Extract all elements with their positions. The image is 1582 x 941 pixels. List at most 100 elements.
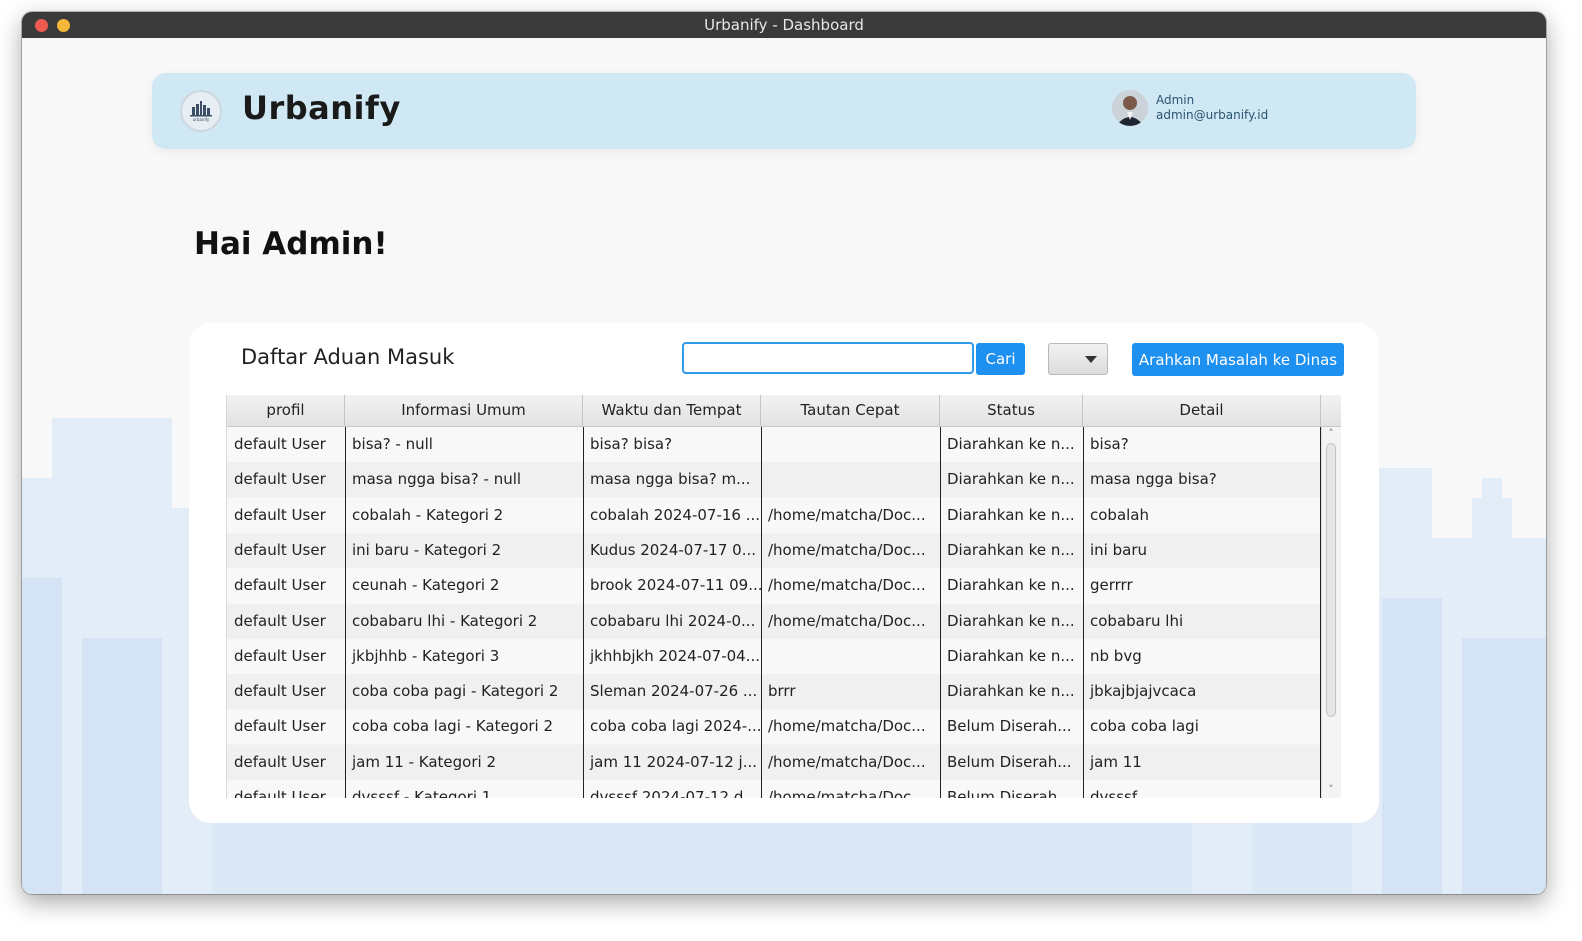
search-input[interactable] <box>682 342 974 374</box>
minimize-window-button[interactable] <box>57 19 70 32</box>
search-button[interactable]: Cari <box>976 343 1025 375</box>
column-header-profil[interactable]: profil <box>227 395 345 426</box>
cell-tautan-cepat: /home/matcha/Doc... <box>768 717 926 736</box>
cell-detail: masa ngga bisa? <box>1090 470 1217 489</box>
cell-informasi-umum: ceunah - Kategori 2 <box>352 576 500 595</box>
cell-tautan-cepat: /home/matcha/Doc... <box>768 505 926 524</box>
cell-profil: default User <box>234 752 326 771</box>
table-row[interactable]: default User coba coba lagi - Kategori 2 c… <box>227 709 1320 745</box>
cell-status: Diarahkan ke n... <box>947 470 1075 489</box>
cell-informasi-umum: masa ngga bisa? - null <box>352 470 522 489</box>
table-row[interactable]: default User coba coba pagi - Kategori 2 S… <box>227 674 1320 710</box>
cell-informasi-umum: jkbjhhb - Kategori 3 <box>352 646 500 665</box>
cell-status: Diarahkan ke n... <box>947 682 1075 701</box>
cell-tautan-cepat: /home/matcha/Doc... <box>768 788 926 798</box>
cell-status: Diarahkan ke n... <box>947 540 1075 559</box>
cell-informasi-umum: dvsssf - Kategori 1 <box>352 788 492 798</box>
cell-waktu-tempat: dvsssf 2024-07-12 d... <box>590 788 758 798</box>
cell-detail: coba coba lagi <box>1090 717 1199 736</box>
cell-informasi-umum: cobalah - Kategori 2 <box>352 505 504 524</box>
cell-detail: bisa? <box>1090 435 1129 453</box>
cell-waktu-tempat: brook 2024-07-11 09... <box>590 576 761 595</box>
cell-informasi-umum: coba coba lagi - Kategori 2 <box>352 717 554 736</box>
cell-status: Diarahkan ke n... <box>947 646 1075 665</box>
table-row[interactable]: default User ini baru - Kategori 2 Kudus 2… <box>227 532 1320 568</box>
cell-profil: default User <box>234 540 326 559</box>
table-row[interactable]: default User jam 11 - Kategori 2 jam 11 20… <box>227 744 1320 780</box>
cell-detail: dvsssf <box>1090 788 1138 798</box>
column-header-informasi-umum[interactable]: Informasi Umum <box>345 395 583 426</box>
cell-detail: cobabaru lhi <box>1090 611 1184 630</box>
cell-waktu-tempat: cobabaru lhi 2024-0... <box>590 611 756 630</box>
cell-profil: default User <box>234 717 326 736</box>
cell-profil: default User <box>234 435 326 453</box>
table-row[interactable]: default User ceunah - Kategori 2 brook 202… <box>227 568 1320 604</box>
vertical-scrollbar[interactable]: ˄ ˅ <box>1321 427 1341 798</box>
table-header: profil Informasi Umum Waktu dan Tempat T… <box>227 395 1341 427</box>
cell-profil: default User <box>234 646 326 665</box>
cell-detail: jam 11 <box>1090 752 1142 771</box>
scroll-up-icon[interactable]: ˄ <box>1326 428 1336 439</box>
cell-informasi-umum: coba coba pagi - Kategori 2 <box>352 682 559 701</box>
admin-avatar[interactable] <box>1112 90 1148 126</box>
cell-informasi-umum: cobabaru lhi - Kategori 2 <box>352 611 538 630</box>
title-bar: Urbanify - Dashboard <box>22 12 1546 38</box>
table-row[interactable]: default User dvsssf - Kategori 1 dvsssf 20… <box>227 780 1320 798</box>
top-header: urbanify Urbanify Admin admin@urbanify.i… <box>152 73 1416 149</box>
card-title: Daftar Aduan Masuk <box>241 345 455 369</box>
filter-dropdown[interactable] <box>1048 343 1108 375</box>
cell-status: Diarahkan ke n... <box>947 505 1075 524</box>
table-body: default User bisa? - null bisa? bisa? Diara… <box>227 427 1320 798</box>
cell-status: Diarahkan ke n... <box>947 576 1075 595</box>
urbanify-logo: urbanify <box>180 90 222 132</box>
close-window-button[interactable] <box>35 19 48 32</box>
cell-tautan-cepat <box>761 462 940 497</box>
greeting-heading: Hai Admin! <box>194 226 388 262</box>
scrollbar-thumb[interactable] <box>1326 443 1336 717</box>
cell-detail: gerrrr <box>1090 576 1133 595</box>
cell-status: Belum Diserah... <box>947 788 1072 798</box>
cell-tautan-cepat <box>761 639 940 674</box>
cell-informasi-umum: ini baru - Kategori 2 <box>352 540 502 559</box>
forward-to-agency-button[interactable]: Arahkan Masalah ke Dinas <box>1132 343 1344 376</box>
table-row[interactable]: default User jkbjhhb - Kategori 3 jkhhbjkh… <box>227 638 1320 674</box>
cell-waktu-tempat: Sleman 2024-07-26 ... <box>590 682 758 701</box>
cell-tautan-cepat: /home/matcha/Doc... <box>768 611 926 630</box>
cell-profil: default User <box>234 576 326 595</box>
cell-status: Diarahkan ke n... <box>947 611 1075 630</box>
app-window: Urbanify - Dashboard urbanify Urbanify A… <box>22 12 1546 894</box>
cell-waktu-tempat: bisa? bisa? <box>590 435 673 453</box>
table-row[interactable]: default User bisa? - null bisa? bisa? Diara… <box>227 427 1320 462</box>
cell-detail: nb bvg <box>1090 646 1142 665</box>
table-row[interactable]: default User cobabaru lhi - Kategori 2 cob… <box>227 603 1320 639</box>
cell-informasi-umum: jam 11 - Kategori 2 <box>352 752 496 771</box>
cell-profil: default User <box>234 611 326 630</box>
table-row[interactable]: default User cobalah - Kategori 2 cobalah … <box>227 497 1320 533</box>
cell-status: Diarahkan ke n... <box>947 435 1075 453</box>
cell-waktu-tempat: jam 11 2024-07-12 j... <box>590 752 758 771</box>
cell-detail: cobalah <box>1090 505 1150 524</box>
column-header-status[interactable]: Status <box>940 395 1083 426</box>
column-header-tautan-cepat[interactable]: Tautan Cepat <box>761 395 940 426</box>
brand-name: Urbanify <box>242 89 401 127</box>
cell-waktu-tempat: masa ngga bisa? m... <box>590 470 751 489</box>
cell-detail: jbkajbjajvcaca <box>1090 682 1197 701</box>
complaints-table: profil Informasi Umum Waktu dan Tempat T… <box>226 395 1341 798</box>
cell-waktu-tempat: coba coba lagi 2024-... <box>590 717 761 736</box>
column-header-waktu-tempat[interactable]: Waktu dan Tempat <box>583 395 761 426</box>
user-email: admin@urbanify.id <box>1156 108 1269 122</box>
user-name: Admin <box>1156 93 1195 107</box>
scroll-down-icon[interactable]: ˅ <box>1326 784 1336 795</box>
cell-status: Belum Diserah... <box>947 752 1072 771</box>
cell-waktu-tempat: cobalah 2024-07-16 ... <box>590 505 761 524</box>
cell-waktu-tempat: Kudus 2024-07-17 0... <box>590 540 756 559</box>
cell-tautan-cepat: /home/matcha/Doc... <box>768 576 926 595</box>
cell-tautan-cepat <box>761 427 940 462</box>
chevron-down-icon <box>1085 356 1097 363</box>
cell-profil: default User <box>234 470 326 489</box>
cell-informasi-umum: bisa? - null <box>352 435 433 453</box>
cell-profil: default User <box>234 505 326 524</box>
table-row[interactable]: default User masa ngga bisa? - null masa n… <box>227 462 1320 498</box>
column-header-detail[interactable]: Detail <box>1083 395 1321 426</box>
cell-tautan-cepat: brrr <box>768 682 796 701</box>
